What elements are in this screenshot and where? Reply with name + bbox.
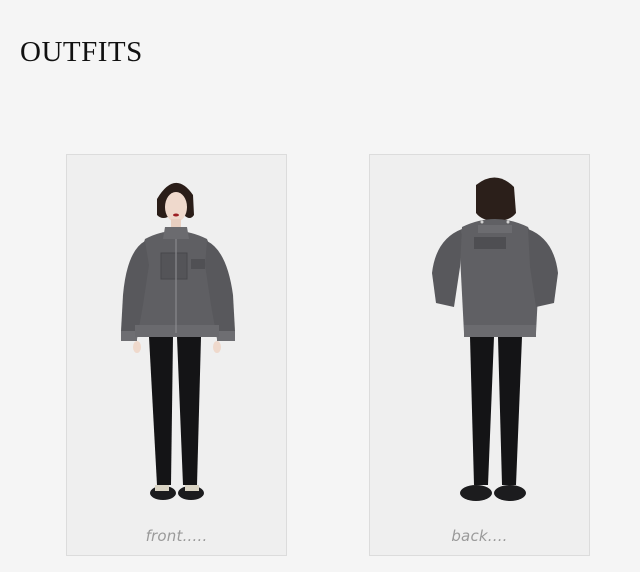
model-front-figure bbox=[121, 182, 235, 500]
outfit-photo-back[interactable]: back.... bbox=[369, 154, 590, 556]
page-title: OUTFITS bbox=[20, 36, 143, 68]
caption-front: front..... bbox=[145, 527, 208, 545]
model-back-figure bbox=[432, 177, 558, 501]
caption-back: back.... bbox=[451, 527, 508, 545]
outfit-photo-front[interactable]: front..... bbox=[66, 154, 287, 556]
